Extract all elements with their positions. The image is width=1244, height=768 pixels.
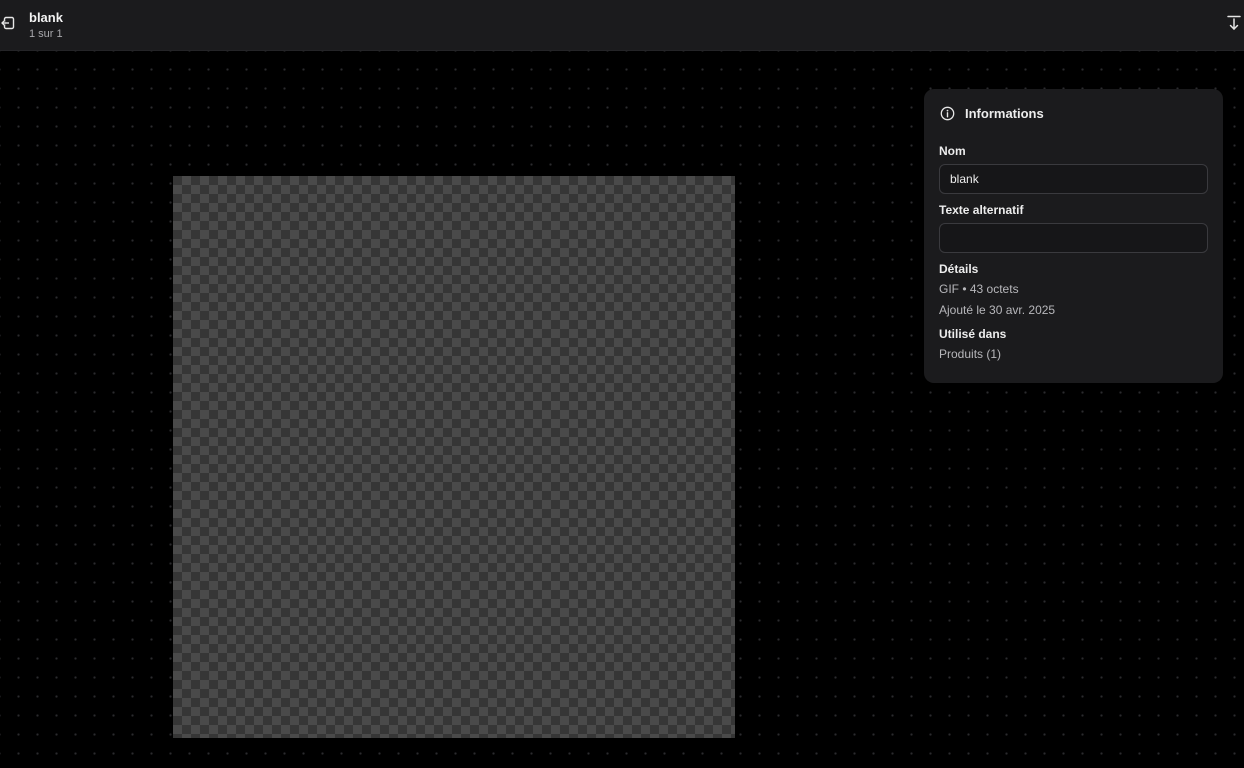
name-field[interactable]: [939, 164, 1208, 194]
back-button[interactable]: [0, 16, 16, 35]
used-in-item: Produits (1): [939, 347, 1002, 361]
file-counter: 1 sur 1: [29, 28, 63, 40]
alt-text-label: Texte alternatif: [939, 203, 1024, 217]
download-icon: [1227, 15, 1241, 36]
information-panel: Informations Nom Texte alternatif Détail…: [924, 89, 1223, 383]
download-button[interactable]: [1226, 15, 1242, 36]
exit-to-back-icon: [1, 16, 15, 35]
top-bar: blank 1 sur 1: [0, 0, 1244, 51]
file-added-date: Ajouté le 30 avr. 2025: [939, 303, 1056, 317]
alt-text-field[interactable]: [939, 223, 1208, 253]
used-in-label: Utilisé dans: [939, 327, 1007, 341]
name-label: Nom: [939, 144, 966, 158]
file-title: blank: [29, 10, 63, 25]
image-preview: [173, 176, 735, 738]
panel-title: Informations: [965, 105, 1044, 121]
details-label: Détails: [939, 262, 979, 276]
preview-canvas: Informations Nom Texte alternatif Détail…: [0, 51, 1244, 768]
file-format-size: GIF • 43 octets: [939, 282, 1019, 296]
file-title-block: blank 1 sur 1: [29, 10, 63, 42]
info-circle-icon: [939, 105, 955, 121]
panel-header: Informations: [939, 89, 1208, 137]
